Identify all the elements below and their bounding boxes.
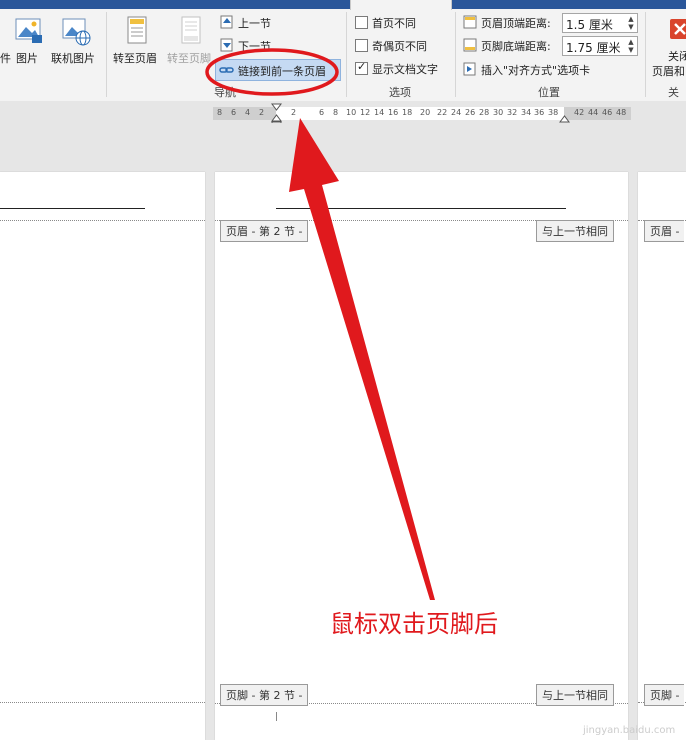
annotation-caption: 鼠标双击页脚后 bbox=[330, 610, 498, 638]
annotation-arrow bbox=[289, 118, 435, 600]
highlight-ellipse bbox=[205, 48, 339, 96]
watermark: jingyan.baidu.com bbox=[583, 725, 676, 736]
